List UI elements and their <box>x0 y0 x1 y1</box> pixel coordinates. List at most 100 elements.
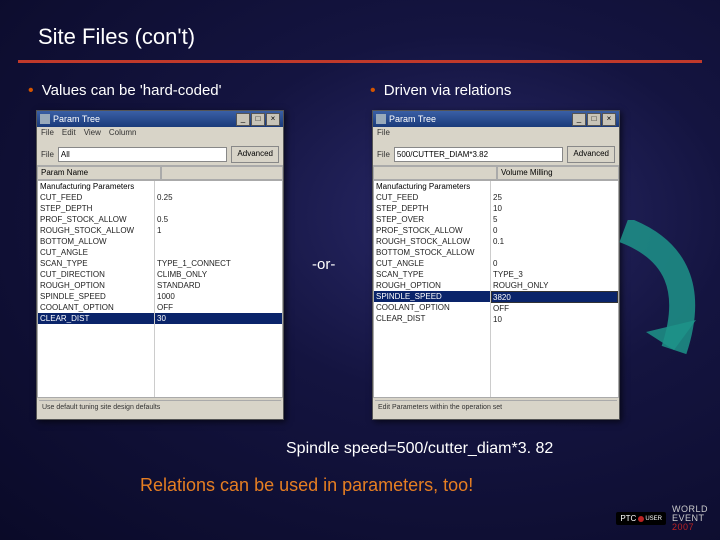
bullet-hardcoded: • Values can be 'hard-coded' <box>28 82 222 100</box>
minimize-icon[interactable]: _ <box>236 113 250 126</box>
status-bar: Edit Parameters within the operation set <box>375 400 617 417</box>
param-value[interactable]: 3820 <box>491 291 618 303</box>
param-name[interactable]: CLEAR_DIST <box>38 313 154 324</box>
param-value[interactable]: 25 <box>491 192 618 203</box>
advanced-button[interactable]: Advanced <box>231 146 279 163</box>
param-value[interactable]: CLIMB_ONLY <box>155 269 282 280</box>
window-title: Param Tree <box>389 114 436 124</box>
param-value[interactable] <box>155 181 282 192</box>
menu-column[interactable]: Column <box>109 128 137 142</box>
param-value[interactable]: 1000 <box>155 291 282 302</box>
param-tree-window-left: Param Tree _ □ × File Edit View Column F… <box>36 110 284 420</box>
param-name[interactable]: ROUGH_STOCK_ALLOW <box>38 225 154 236</box>
toolbar-label: File <box>377 150 390 159</box>
param-value[interactable]: 1 <box>155 225 282 236</box>
event-logo: PTCUSER WORLD EVENT 2007 <box>616 505 708 532</box>
toolbar: File All Advanced <box>37 143 283 166</box>
param-value[interactable] <box>491 181 618 192</box>
app-icon <box>376 114 386 124</box>
param-name[interactable]: Manufacturing Parameters <box>374 181 490 192</box>
col2-header[interactable] <box>161 166 283 180</box>
param-name[interactable]: CUT_FEED <box>374 192 490 203</box>
param-value[interactable]: 0 <box>491 225 618 236</box>
param-name[interactable]: SPINDLE_SPEED <box>38 291 154 302</box>
app-icon <box>40 114 50 124</box>
param-name[interactable]: CLEAR_DIST <box>374 313 490 324</box>
param-value[interactable]: TYPE_1_CONNECT <box>155 258 282 269</box>
param-value[interactable]: 10 <box>491 314 618 325</box>
toolbar-label: File <box>41 150 54 159</box>
param-name[interactable]: COOLANT_OPTION <box>38 302 154 313</box>
relation-input[interactable]: 500/CUTTER_DIAM*3.82 <box>394 147 564 162</box>
param-name[interactable]: ROUGH_OPTION <box>38 280 154 291</box>
param-name[interactable]: CUT_DIRECTION <box>38 269 154 280</box>
col1-header[interactable] <box>373 166 497 180</box>
param-name[interactable]: STEP_DEPTH <box>374 203 490 214</box>
param-value[interactable]: 10 <box>491 203 618 214</box>
col2-header[interactable]: Volume Milling <box>497 166 619 180</box>
param-value[interactable]: 0 <box>491 258 618 269</box>
param-name[interactable]: STEP_OVER <box>374 214 490 225</box>
param-name[interactable]: SPINDLE_SPEED <box>374 291 490 302</box>
ptc-logo: PTCUSER <box>616 512 666 525</box>
param-value[interactable]: 0.25 <box>155 192 282 203</box>
or-label: -or- <box>312 256 335 273</box>
bullet-left-text: Values can be 'hard-coded' <box>42 82 222 99</box>
param-value[interactable] <box>491 247 618 258</box>
column-headers: Volume Milling <box>373 166 619 180</box>
maximize-icon[interactable]: □ <box>587 113 601 126</box>
param-name[interactable]: ROUGH_STOCK_ALLOW <box>374 236 490 247</box>
param-tree[interactable]: Manufacturing Parameters CUT_FEED STEP_D… <box>373 180 619 398</box>
menu-file[interactable]: File <box>41 128 54 142</box>
window-title: Param Tree <box>53 114 100 124</box>
param-name[interactable]: SCAN_TYPE <box>38 258 154 269</box>
menu-view[interactable]: View <box>84 128 101 142</box>
bullet-icon: • <box>370 82 376 99</box>
param-name[interactable]: CUT_ANGLE <box>374 258 490 269</box>
param-name[interactable]: Manufacturing Parameters <box>38 181 154 192</box>
bullet-right-text: Driven via relations <box>384 82 512 99</box>
param-tree-window-right: Param Tree _ □ × File File 500/CUTTER_DI… <box>372 110 620 420</box>
advanced-button[interactable]: Advanced <box>567 146 615 163</box>
param-name[interactable]: PROF_STOCK_ALLOW <box>374 225 490 236</box>
param-value[interactable] <box>155 247 282 258</box>
world-event-logo: WORLD EVENT 2007 <box>672 505 708 532</box>
param-value[interactable]: OFF <box>155 302 282 313</box>
param-value[interactable]: OFF <box>491 303 618 314</box>
param-name[interactable]: CUT_ANGLE <box>38 247 154 258</box>
param-name[interactable]: BOTTOM_ALLOW <box>38 236 154 247</box>
curved-arrow-icon <box>604 220 714 360</box>
close-icon[interactable]: × <box>602 113 616 126</box>
param-name[interactable]: ROUGH_OPTION <box>374 280 490 291</box>
param-value[interactable]: 5 <box>491 214 618 225</box>
menu-file[interactable]: File <box>377 128 390 142</box>
close-icon[interactable]: × <box>266 113 280 126</box>
param-tree[interactable]: Manufacturing Parameters CUT_FEED STEP_D… <box>37 180 283 398</box>
param-value[interactable]: TYPE_3 <box>491 269 618 280</box>
menu-edit[interactable]: Edit <box>62 128 76 142</box>
maximize-icon[interactable]: □ <box>251 113 265 126</box>
window-titlebar[interactable]: Param Tree _ □ × <box>373 111 619 127</box>
param-value[interactable]: 0.1 <box>491 236 618 247</box>
formula-text: Spindle speed=500/cutter_diam*3. 82 <box>286 440 553 458</box>
param-name[interactable]: STEP_DEPTH <box>38 203 154 214</box>
param-value[interactable]: STANDARD <box>155 280 282 291</box>
menubar[interactable]: File Edit View Column <box>37 127 283 143</box>
param-value[interactable]: ROUGH_ONLY <box>491 280 618 291</box>
param-name[interactable]: CUT_FEED <box>38 192 154 203</box>
window-titlebar[interactable]: Param Tree _ □ × <box>37 111 283 127</box>
param-name[interactable]: SCAN_TYPE <box>374 269 490 280</box>
status-bar: Use default tuning site design defaults <box>39 400 281 417</box>
param-name[interactable]: BOTTOM_STOCK_ALLOW <box>374 247 490 258</box>
bullet-icon: • <box>28 82 34 99</box>
minimize-icon[interactable]: _ <box>572 113 586 126</box>
filter-input[interactable]: All <box>58 147 228 162</box>
param-value[interactable]: 0.5 <box>155 214 282 225</box>
param-name[interactable]: COOLANT_OPTION <box>374 302 490 313</box>
param-name[interactable]: PROF_STOCK_ALLOW <box>38 214 154 225</box>
col1-header[interactable]: Param Name <box>37 166 161 180</box>
menubar[interactable]: File <box>373 127 619 143</box>
param-value[interactable] <box>155 236 282 247</box>
param-value[interactable] <box>155 203 282 214</box>
param-value[interactable]: 30 <box>155 313 282 324</box>
